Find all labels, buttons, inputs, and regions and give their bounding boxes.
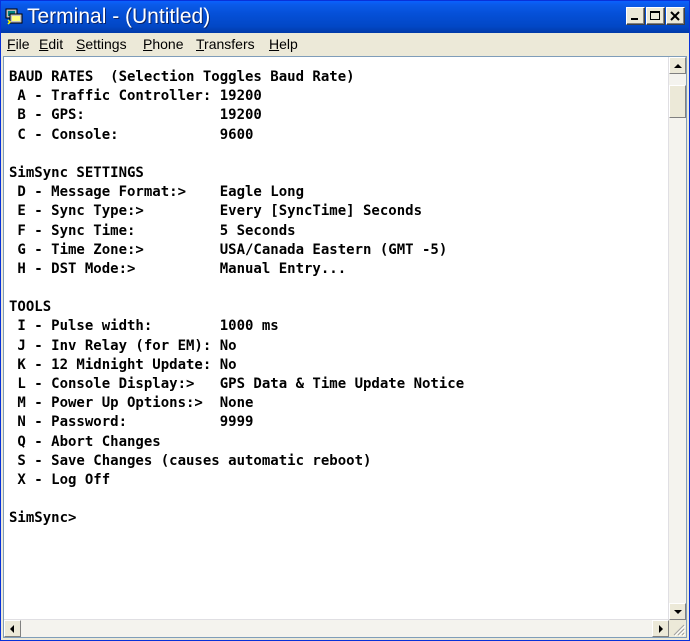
terminal-line: BAUD RATES (Selection Toggles Baud Rate) [9, 69, 355, 85]
terminal-client-area[interactable]: BAUD RATES (Selection Toggles Baud Rate)… [3, 56, 687, 638]
terminal-window: Terminal - (Untitled) File Edit Settings… [0, 0, 690, 641]
terminal-line: K - 12 Midnight Update: No [9, 356, 237, 373]
terminal-line: L - Console Display:> GPS Data & Time Up… [9, 376, 465, 392]
scroll-up-button[interactable] [669, 57, 686, 74]
scroll-right-button[interactable] [652, 620, 669, 637]
terminal-line: N - Password: 9999 [9, 414, 254, 431]
menu-phone-accel: P [143, 36, 153, 52]
terminal-app-icon[interactable] [5, 7, 23, 25]
terminal-line: G - Time Zone:> USA/Canada Eastern (GMT … [9, 241, 448, 258]
minimize-icon [631, 18, 638, 20]
terminal-output[interactable]: BAUD RATES (Selection Toggles Baud Rate)… [9, 68, 661, 616]
terminal-line: D - Message Format:> Eagle Long [9, 184, 305, 201]
menu-help-accel: H [269, 36, 280, 52]
terminal-line: H - DST Mode:> Manual Entry... [9, 260, 347, 277]
terminal-line: S - Save Changes (causes automatic reboo… [9, 452, 372, 469]
scroll-down-button[interactable] [669, 603, 686, 620]
menu-transfers[interactable]: Transfers [196, 36, 255, 52]
menu-settings[interactable]: Settings [76, 36, 127, 52]
arrow-down-icon [674, 610, 682, 614]
terminal-line: C - Console: 9600 [9, 126, 254, 143]
terminal-line: B - GPS: 19200 [9, 107, 262, 124]
menu-edit-accel: E [39, 36, 49, 52]
terminal-line: X - Log Off [9, 471, 111, 488]
vertical-scrollbar[interactable] [668, 57, 686, 620]
terminal-line: M - Power Up Options:> None [9, 395, 254, 412]
terminal-line: E - Sync Type:> Every [SyncTime] Seconds [9, 203, 423, 220]
window-controls [625, 7, 685, 27]
menu-phone-label: hone [152, 36, 184, 52]
menu-file-label: ile [15, 36, 30, 52]
resize-grip-icon[interactable] [669, 620, 686, 637]
terminal-line: SimSync> [9, 510, 77, 527]
close-button[interactable] [666, 7, 685, 25]
menu-file-accel: F [7, 36, 16, 52]
close-icon [670, 11, 680, 21]
terminal-line: J - Inv Relay (for EM): No [9, 337, 237, 354]
menu-help[interactable]: Help [269, 36, 298, 52]
maximize-button[interactable] [646, 7, 665, 25]
vertical-scroll-thumb[interactable] [669, 85, 686, 118]
menu-transfers-accel: T [196, 36, 205, 52]
arrow-up-icon [674, 64, 682, 68]
terminal-line: F - Sync Time: 5 Seconds [9, 222, 296, 239]
arrow-left-icon [10, 625, 14, 633]
menu-transfers-label: ransfers [204, 36, 255, 52]
terminal-line: Q - Abort Changes [9, 433, 161, 450]
terminal-line: A - Traffic Controller: 19200 [9, 88, 262, 105]
menu-settings-accel: S [76, 36, 86, 52]
menu-settings-label: ettings [85, 36, 127, 52]
window-title: Terminal - (Untitled) [27, 5, 211, 28]
terminal-line: I - Pulse width: 1000 ms [9, 318, 279, 335]
menu-edit[interactable]: Edit [39, 36, 63, 52]
menu-bar: File Edit Settings Phone Transfers Help [1, 33, 689, 55]
maximize-icon [650, 11, 660, 20]
arrow-right-icon [659, 625, 663, 633]
horizontal-scrollbar[interactable] [4, 619, 669, 637]
minimize-button[interactable] [626, 7, 645, 25]
menu-edit-label: dit [48, 36, 64, 52]
title-bar[interactable]: Terminal - (Untitled) [1, 1, 689, 33]
terminal-line: TOOLS [9, 299, 52, 316]
scroll-left-button[interactable] [4, 620, 21, 637]
terminal-line: SimSync SETTINGS [9, 164, 144, 181]
menu-file[interactable]: File [7, 36, 30, 52]
menu-phone[interactable]: Phone [143, 36, 184, 52]
menu-help-label: elp [279, 36, 298, 52]
